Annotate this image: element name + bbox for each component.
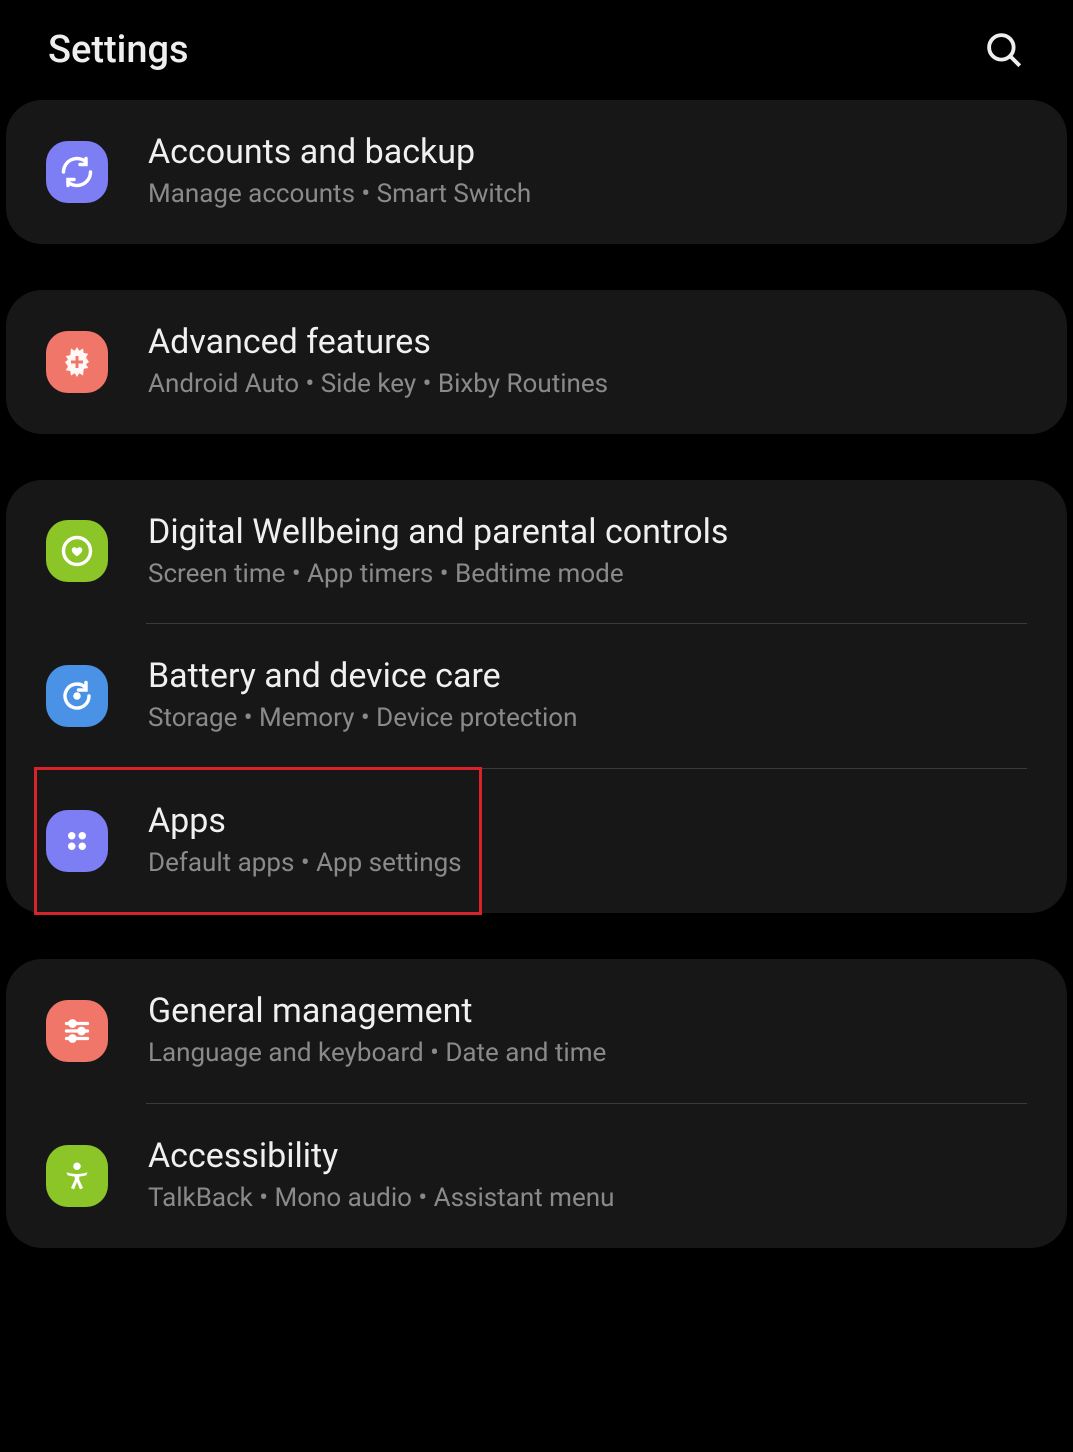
settings-item-accounts-and-backup[interactable]: Accounts and backup Manage accounts • Sm… [6, 100, 1067, 244]
settings-group: Accounts and backup Manage accounts • Sm… [6, 100, 1067, 244]
item-subtitle: Manage accounts • Smart Switch [148, 178, 1027, 212]
item-title: Accessibility [148, 1136, 1027, 1176]
settings-header: Settings [0, 0, 1073, 100]
page-title: Settings [48, 28, 189, 72]
item-text: Apps Default apps • App settings [148, 801, 1027, 881]
refresh-icon [46, 665, 108, 727]
search-icon [983, 29, 1025, 71]
item-text: Battery and device care Storage • Memory… [148, 656, 1027, 736]
item-text: Accessibility TalkBack • Mono audio • As… [148, 1136, 1027, 1216]
settings-item-advanced-features[interactable]: Advanced features Android Auto • Side ke… [6, 290, 1067, 434]
settings-item-accessibility[interactable]: Accessibility TalkBack • Mono audio • As… [6, 1104, 1067, 1248]
item-text: General management Language and keyboard… [148, 991, 1027, 1071]
item-title: General management [148, 991, 1027, 1031]
item-subtitle: Storage • Memory • Device protection [148, 702, 1027, 736]
settings-group: Advanced features Android Auto • Side ke… [6, 290, 1067, 434]
settings-item-battery-device-care[interactable]: Battery and device care Storage • Memory… [6, 624, 1067, 768]
settings-group: Digital Wellbeing and parental controls … [6, 480, 1067, 913]
search-button[interactable] [983, 29, 1025, 71]
heart-circle-icon [46, 520, 108, 582]
item-text: Advanced features Android Auto • Side ke… [148, 322, 1027, 402]
person-icon [46, 1145, 108, 1207]
item-title: Accounts and backup [148, 132, 1027, 172]
settings-list: Accounts and backup Manage accounts • Sm… [0, 100, 1073, 1248]
item-text: Accounts and backup Manage accounts • Sm… [148, 132, 1027, 212]
item-text: Digital Wellbeing and parental controls … [148, 512, 1027, 592]
item-subtitle: Screen time • App timers • Bedtime mode [148, 558, 1027, 592]
settings-item-apps[interactable]: Apps Default apps • App settings [6, 769, 1067, 913]
item-subtitle: TalkBack • Mono audio • Assistant menu [148, 1182, 1027, 1216]
item-title: Digital Wellbeing and parental controls [148, 512, 1027, 552]
apps-dots-icon [46, 810, 108, 872]
item-title: Battery and device care [148, 656, 1027, 696]
item-subtitle: Language and keyboard • Date and time [148, 1037, 1027, 1071]
item-subtitle: Default apps • App settings [148, 847, 1027, 881]
item-subtitle: Android Auto • Side key • Bixby Routines [148, 368, 1027, 402]
sync-icon [46, 141, 108, 203]
settings-item-digital-wellbeing[interactable]: Digital Wellbeing and parental controls … [6, 480, 1067, 624]
settings-item-general-management[interactable]: General management Language and keyboard… [6, 959, 1067, 1103]
item-title: Advanced features [148, 322, 1027, 362]
settings-group: General management Language and keyboard… [6, 959, 1067, 1248]
plus-gear-icon [46, 331, 108, 393]
sliders-icon [46, 1000, 108, 1062]
item-title: Apps [148, 801, 1027, 841]
